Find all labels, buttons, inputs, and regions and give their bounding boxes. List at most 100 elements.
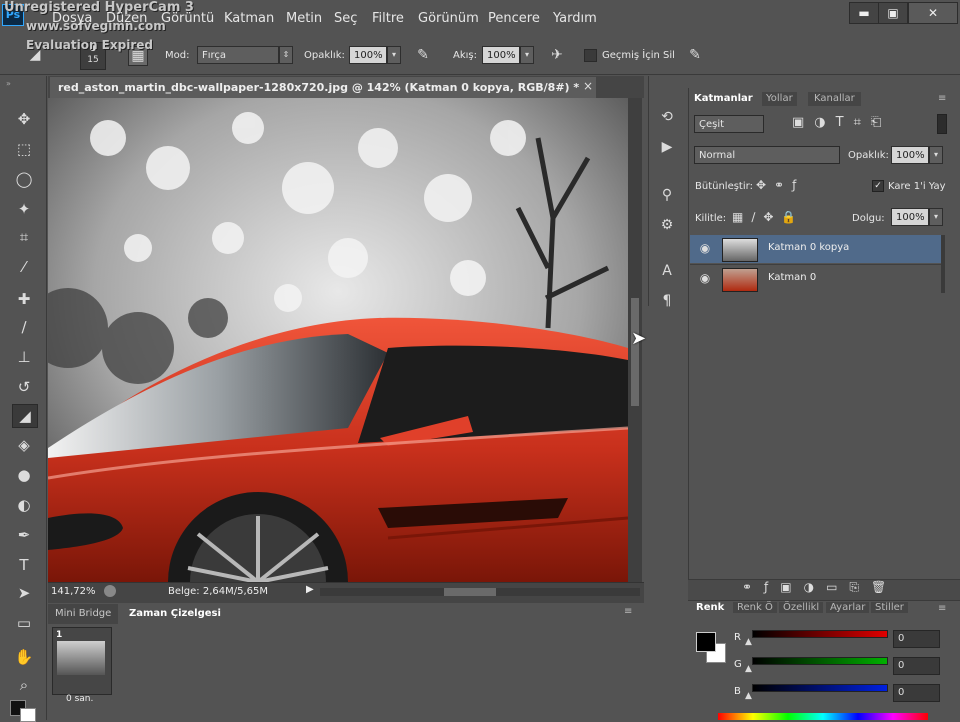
lock-icons[interactable]: ▦∕✥🔒 xyxy=(732,210,804,224)
tab-timeline[interactable]: Zaman Çizelgesi xyxy=(122,604,228,624)
menu-type[interactable]: Metin xyxy=(286,11,322,26)
crop-tool-icon[interactable]: ⌗ xyxy=(12,226,36,248)
blue-slider-handle-icon[interactable]: ▲ xyxy=(745,691,752,701)
visibility-eye-icon[interactable]: ◉ xyxy=(698,271,712,285)
layers-footer-icons[interactable]: ⚭ƒ▣◑▭⎘🗑 xyxy=(742,580,898,595)
green-slider[interactable] xyxy=(752,657,888,665)
marquee-tool-icon[interactable]: ⬚ xyxy=(12,138,36,160)
tool-presets-icon[interactable]: ⚙ xyxy=(656,214,678,236)
zoom-tool-icon[interactable]: ⌕ xyxy=(12,674,36,696)
layer-filter-select[interactable]: Çeşit xyxy=(694,115,764,133)
layer-opacity-dropdown-icon[interactable]: ▾ xyxy=(929,146,943,164)
tab-properties[interactable]: Özellikl xyxy=(779,602,824,613)
menu-image[interactable]: Görüntü xyxy=(161,11,214,26)
timeline-frame[interactable]: 1 xyxy=(52,627,112,695)
propagate-frame-checkbox[interactable]: ✓ xyxy=(872,180,884,192)
green-slider-handle-icon[interactable]: ▲ xyxy=(745,664,752,674)
red-value-input[interactable]: 0 xyxy=(893,630,940,648)
tab-adjustments[interactable]: Ayarlar xyxy=(826,602,870,613)
lasso-tool-icon[interactable]: ◯ xyxy=(12,168,36,190)
filter-toggle[interactable] xyxy=(937,114,947,134)
vertical-scroll-thumb[interactable] xyxy=(631,298,639,406)
flow-dropdown-icon[interactable]: ▾ xyxy=(520,46,534,64)
visibility-eye-icon[interactable]: ◉ xyxy=(698,241,712,255)
minimize-button[interactable]: ▬ xyxy=(849,2,879,24)
color-panel-menu-icon[interactable]: ≡ xyxy=(938,603,946,614)
actions-panel-icon[interactable]: ▶ xyxy=(656,136,678,158)
move-tool-icon[interactable]: ✥ xyxy=(12,108,36,130)
layer-row[interactable]: ◉ Katman 0 xyxy=(690,264,941,293)
blue-slider[interactable] xyxy=(752,684,888,692)
layer-filter-icons[interactable]: ▣◑T⌗⎗ xyxy=(792,115,891,130)
brush-presets-icon[interactable]: ⚲ xyxy=(656,184,678,206)
horizontal-scroll-thumb[interactable] xyxy=(444,588,496,596)
layers-panel-menu-icon[interactable]: ≡ xyxy=(938,93,946,104)
document-close-icon[interactable]: × xyxy=(583,79,593,93)
menu-select[interactable]: Seç xyxy=(334,11,357,26)
opacity-dropdown-icon[interactable]: ▾ xyxy=(387,46,401,64)
pressure-opacity-icon[interactable]: ✎ xyxy=(414,46,432,64)
tab-paths[interactable]: Yollar xyxy=(762,92,797,106)
paint-bucket-tool-icon[interactable]: ◈ xyxy=(12,434,36,456)
brush-tool-icon[interactable]: ∕ xyxy=(12,316,36,338)
pen-tool-icon[interactable]: ✒ xyxy=(12,524,36,546)
flow-input[interactable]: 100% xyxy=(482,46,520,64)
menu-view[interactable]: Görünüm xyxy=(418,11,479,26)
pressure-size-icon[interactable]: ✎ xyxy=(686,46,704,64)
share-icon[interactable] xyxy=(104,585,116,597)
menu-file[interactable]: Dosya xyxy=(52,11,92,26)
tab-styles[interactable]: Stiller xyxy=(871,602,908,613)
opacity-input[interactable]: 100% xyxy=(349,46,387,64)
layers-scrollbar[interactable] xyxy=(941,235,945,293)
menu-help[interactable]: Yardım xyxy=(553,11,597,26)
green-value-input[interactable]: 0 xyxy=(893,657,940,675)
tab-swatches[interactable]: Renk Ö xyxy=(733,602,777,613)
mode-dropdown-icon[interactable]: ⇕ xyxy=(279,46,293,64)
red-slider[interactable] xyxy=(752,630,888,638)
blend-mode-select[interactable]: Normal xyxy=(694,146,840,164)
fill-dropdown-icon[interactable]: ▾ xyxy=(929,208,943,226)
menu-window[interactable]: Pencere xyxy=(488,11,540,26)
frame-duration[interactable]: 0 san. xyxy=(66,694,93,704)
healing-brush-tool-icon[interactable]: ✚ xyxy=(12,288,36,310)
horizontal-scrollbar[interactable] xyxy=(320,588,640,596)
panel-foreground-swatch[interactable] xyxy=(696,632,716,652)
path-selection-tool-icon[interactable]: ➤ xyxy=(12,582,36,604)
rectangle-tool-icon[interactable]: ▭ xyxy=(12,612,36,634)
eyedropper-tool-icon[interactable]: ⁄ xyxy=(12,256,36,278)
fill-input[interactable]: 100% xyxy=(891,208,929,226)
color-spectrum-ramp[interactable] xyxy=(718,713,928,720)
close-button[interactable]: ✕ xyxy=(908,2,958,24)
menu-edit[interactable]: Düzen xyxy=(106,11,147,26)
collapse-tools-icon[interactable]: » xyxy=(6,79,11,88)
erase-to-history-checkbox[interactable] xyxy=(584,49,597,62)
tab-channels[interactable]: Kanallar xyxy=(808,92,861,106)
blue-value-input[interactable]: 0 xyxy=(893,684,940,702)
restore-button[interactable]: ▣ xyxy=(878,2,908,24)
layer-row-selected[interactable]: ◉ Katman 0 kopya xyxy=(690,235,941,263)
hand-tool-icon[interactable]: ✋ xyxy=(12,646,36,668)
magic-wand-tool-icon[interactable]: ✦ xyxy=(12,198,36,220)
panel-menu-icon[interactable]: ≡ xyxy=(624,606,632,617)
zoom-level[interactable]: 141,72% xyxy=(51,586,96,597)
unify-icons[interactable]: ✥⚭ƒ xyxy=(756,178,804,192)
tab-color[interactable]: Renk xyxy=(690,602,731,613)
tab-layers[interactable]: Katmanlar xyxy=(690,92,757,106)
tab-mini-bridge[interactable]: Mini Bridge xyxy=(48,604,119,624)
menu-layer[interactable]: Katman xyxy=(224,11,274,26)
character-panel-icon[interactable]: A xyxy=(656,260,678,282)
status-menu-arrow-icon[interactable]: ▶ xyxy=(306,584,314,595)
document-tab[interactable]: red_aston_martin_dbc-wallpaper-1280x720.… xyxy=(50,77,596,98)
eraser-tool-icon[interactable]: ◢ xyxy=(12,404,38,428)
document-canvas[interactable] xyxy=(48,98,628,582)
airbrush-icon[interactable]: ✈ xyxy=(548,46,566,64)
menu-filter[interactable]: Filtre xyxy=(372,11,404,26)
red-slider-handle-icon[interactable]: ▲ xyxy=(745,637,752,647)
type-tool-icon[interactable]: T xyxy=(12,554,36,576)
history-panel-icon[interactable]: ⟲ xyxy=(656,106,678,128)
layer-opacity-input[interactable]: 100% xyxy=(891,146,929,164)
dodge-tool-icon[interactable]: ◐ xyxy=(12,494,36,516)
paragraph-panel-icon[interactable]: ¶ xyxy=(656,290,678,312)
history-brush-tool-icon[interactable]: ↺ xyxy=(12,376,36,398)
blur-tool-icon[interactable]: ● xyxy=(12,464,36,486)
